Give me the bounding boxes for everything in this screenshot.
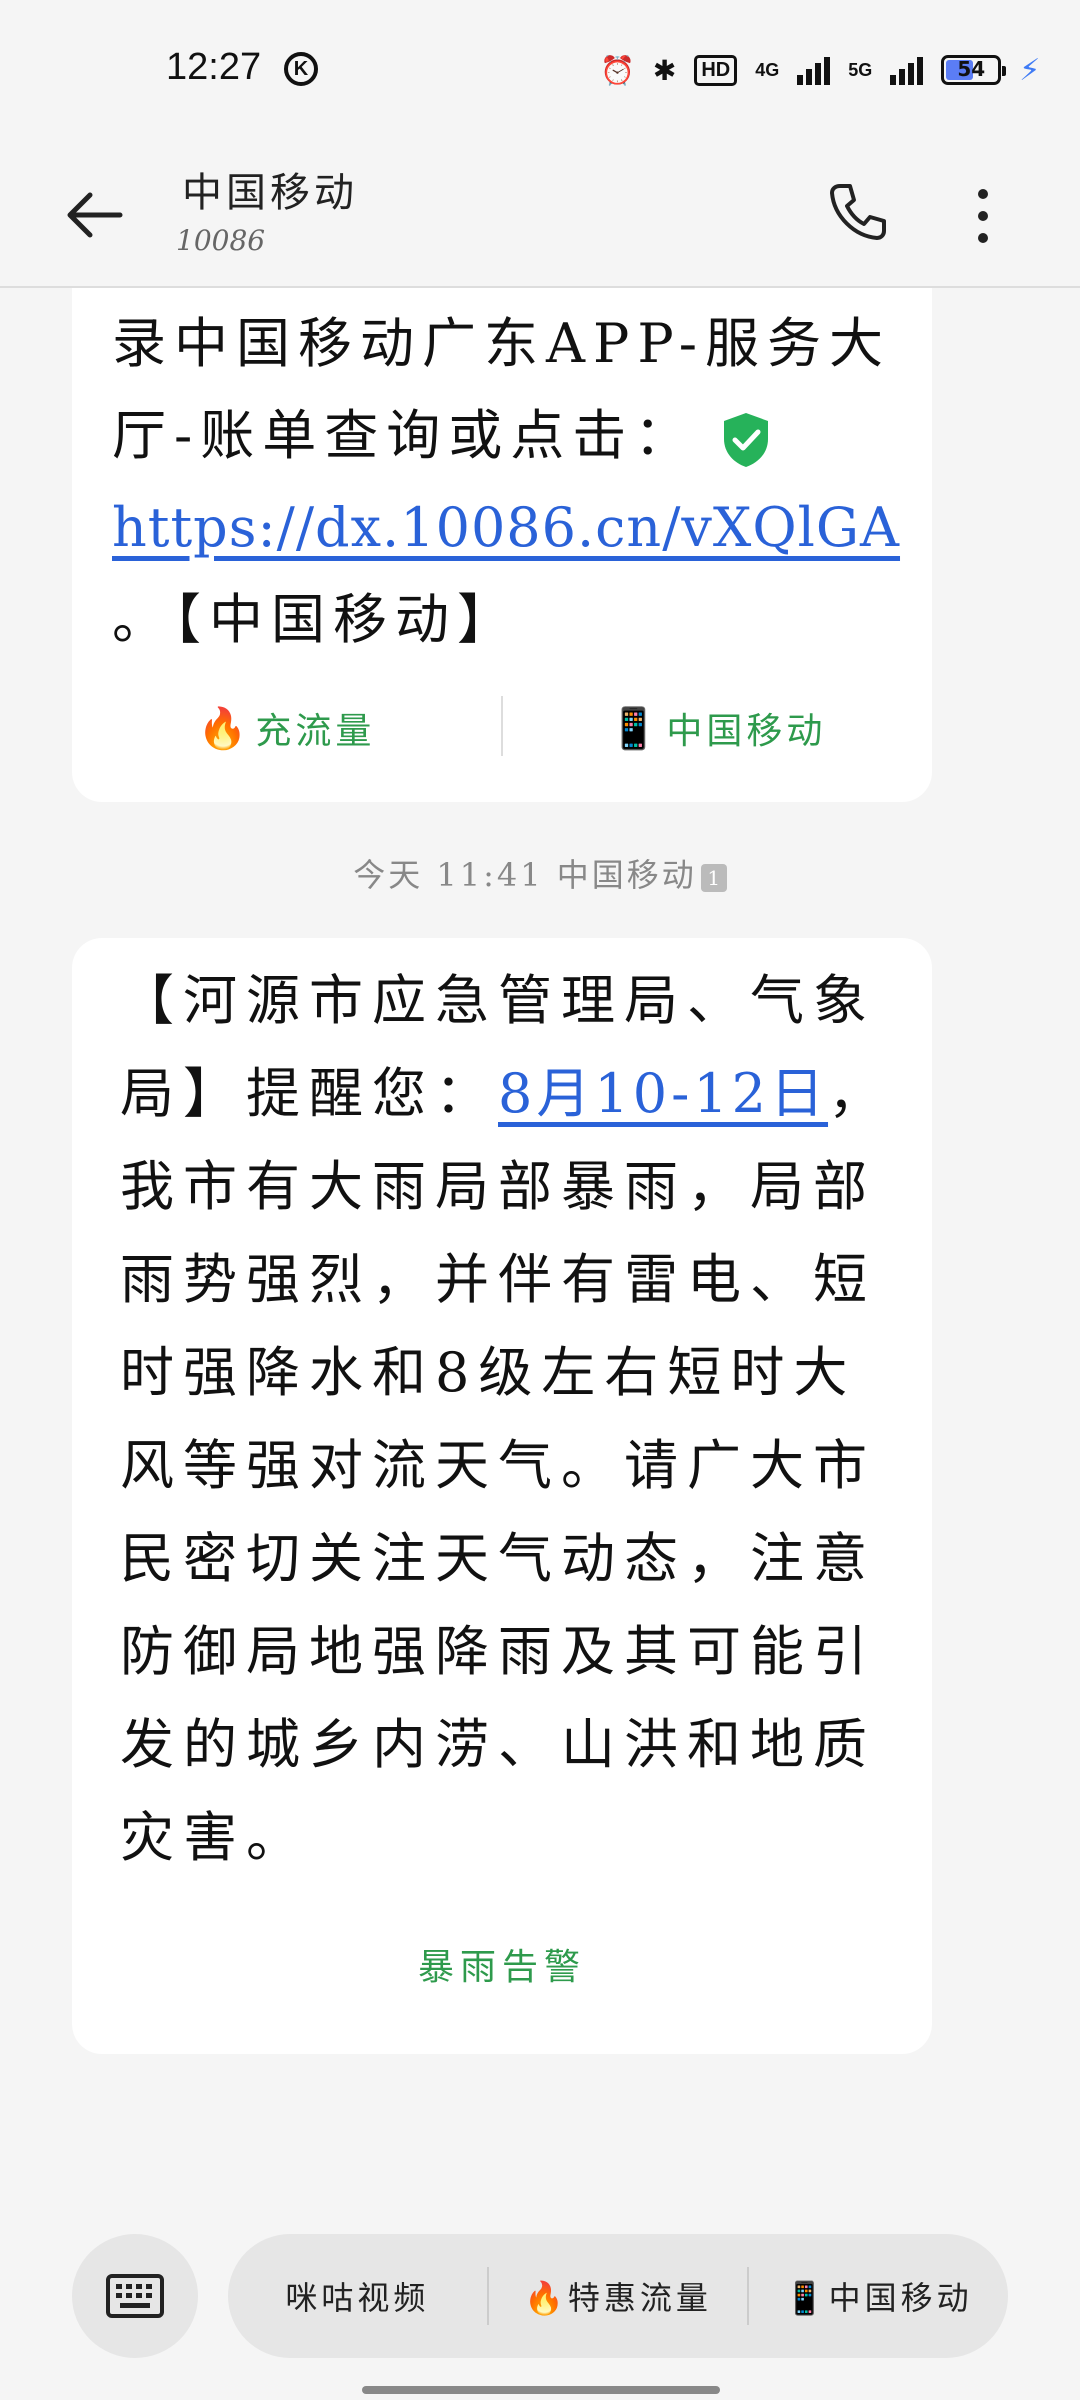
bluetooth-icon: ✱ [652, 54, 677, 86]
quick-reply-migu-video[interactable]: 咪咕视频 [228, 2273, 487, 2319]
message-text: 【河源市应急管理局、气象局】提醒您：8月10-12日，我市有大雨局部暴雨，局部雨… [120, 954, 910, 1884]
phone-device-icon: 📱 [784, 2279, 829, 2317]
timestamp-text: 今天 11:41 中国移动 [353, 856, 697, 894]
signal-icon-2 [890, 55, 924, 85]
fire-icon: 🔥 [524, 2279, 568, 2317]
action-rainstorm-alert[interactable]: 暴雨告警 [72, 1938, 932, 1990]
quick-reply-china-mobile[interactable]: 📱中国移动 [749, 2273, 1008, 2319]
keyboard-icon [106, 2274, 164, 2318]
message-bubble[interactable]: 录中国移动广东APP-服务大厅-账单查询或点击： https://dx.10086… [72, 288, 932, 802]
k-icon: K [284, 52, 318, 86]
message-text-part: 。【中国移动】 [112, 588, 519, 651]
message-text: 录中国移动广东APP-服务大厅-账单查询或点击： https://dx.10086… [112, 298, 912, 666]
quick-reply-special-data[interactable]: 🔥特惠流量 [489, 2273, 748, 2319]
more-options-icon[interactable] [968, 186, 998, 246]
action-china-mobile[interactable]: 📱 中国移动 [503, 696, 932, 760]
date-link[interactable]: 8月10-12日 [498, 1062, 828, 1125]
quick-reply-bar: 咪咕视频 🔥特惠流量 📱中国移动 [228, 2234, 1008, 2358]
battery-level: 54 [957, 57, 986, 81]
fire-icon: 🔥 [197, 705, 252, 752]
quick-reply-label: 特惠流量 [567, 2279, 712, 2317]
sender-name: 中国移动 [182, 170, 358, 216]
message-link[interactable]: https://dx.10086.cn/vXQlGA [112, 496, 900, 559]
alarm-icon: ⏰ [600, 54, 635, 86]
phone-device-icon: 📱 [608, 705, 663, 752]
home-indicator[interactable] [362, 2386, 720, 2394]
sim-card-badge: 1 [700, 863, 727, 892]
message-bubble[interactable]: 【河源市应急管理局、气象局】提醒您：8月10-12日，我市有大雨局部暴雨，局部雨… [72, 938, 932, 2054]
quick-reply-label: 中国移动 [828, 2279, 973, 2317]
message-list[interactable]: 录中国移动广东APP-服务大厅-账单查询或点击： https://dx.10086… [0, 288, 1080, 2228]
action-recharge-data[interactable]: 🔥 充流量 [72, 696, 501, 760]
status-bar: 12:27 K ⏰ ✱ HD 4G 5G 54 ⚡ [0, 0, 1080, 140]
charging-icon: ⚡ [1019, 52, 1041, 88]
network-5g-label: 5G [848, 59, 873, 80]
message-timestamp: 今天 11:41 中国移动 1 [0, 850, 1080, 896]
message-actions: 🔥 充流量 📱 中国移动 [72, 696, 932, 760]
phone-call-icon[interactable] [826, 180, 888, 242]
quick-reply-label: 咪咕视频 [285, 2279, 430, 2317]
network-4g-label: 4G [755, 59, 780, 80]
hd-icon: HD [694, 54, 738, 86]
verified-shield-icon [724, 413, 769, 467]
message-text-part: ，我市有大雨局部暴雨，局部雨势强烈，并伴有雷电、短时强降水和8级左右短时大风等强… [120, 1062, 892, 1869]
conversation-header: 中国移动 10086 [0, 140, 1080, 288]
action-label: 充流量 [255, 711, 376, 752]
action-label: 中国移动 [666, 711, 827, 752]
back-arrow-icon[interactable] [64, 190, 124, 240]
keyboard-button[interactable] [72, 2234, 198, 2358]
battery-icon: 54 [941, 55, 1007, 85]
sender-number: 10086 [176, 224, 266, 257]
status-time: 12:27 [166, 46, 262, 88]
message-text-part: 录中国移动广东APP-服务大厅-账单查询或点击： [112, 312, 891, 467]
signal-icon [797, 55, 831, 85]
